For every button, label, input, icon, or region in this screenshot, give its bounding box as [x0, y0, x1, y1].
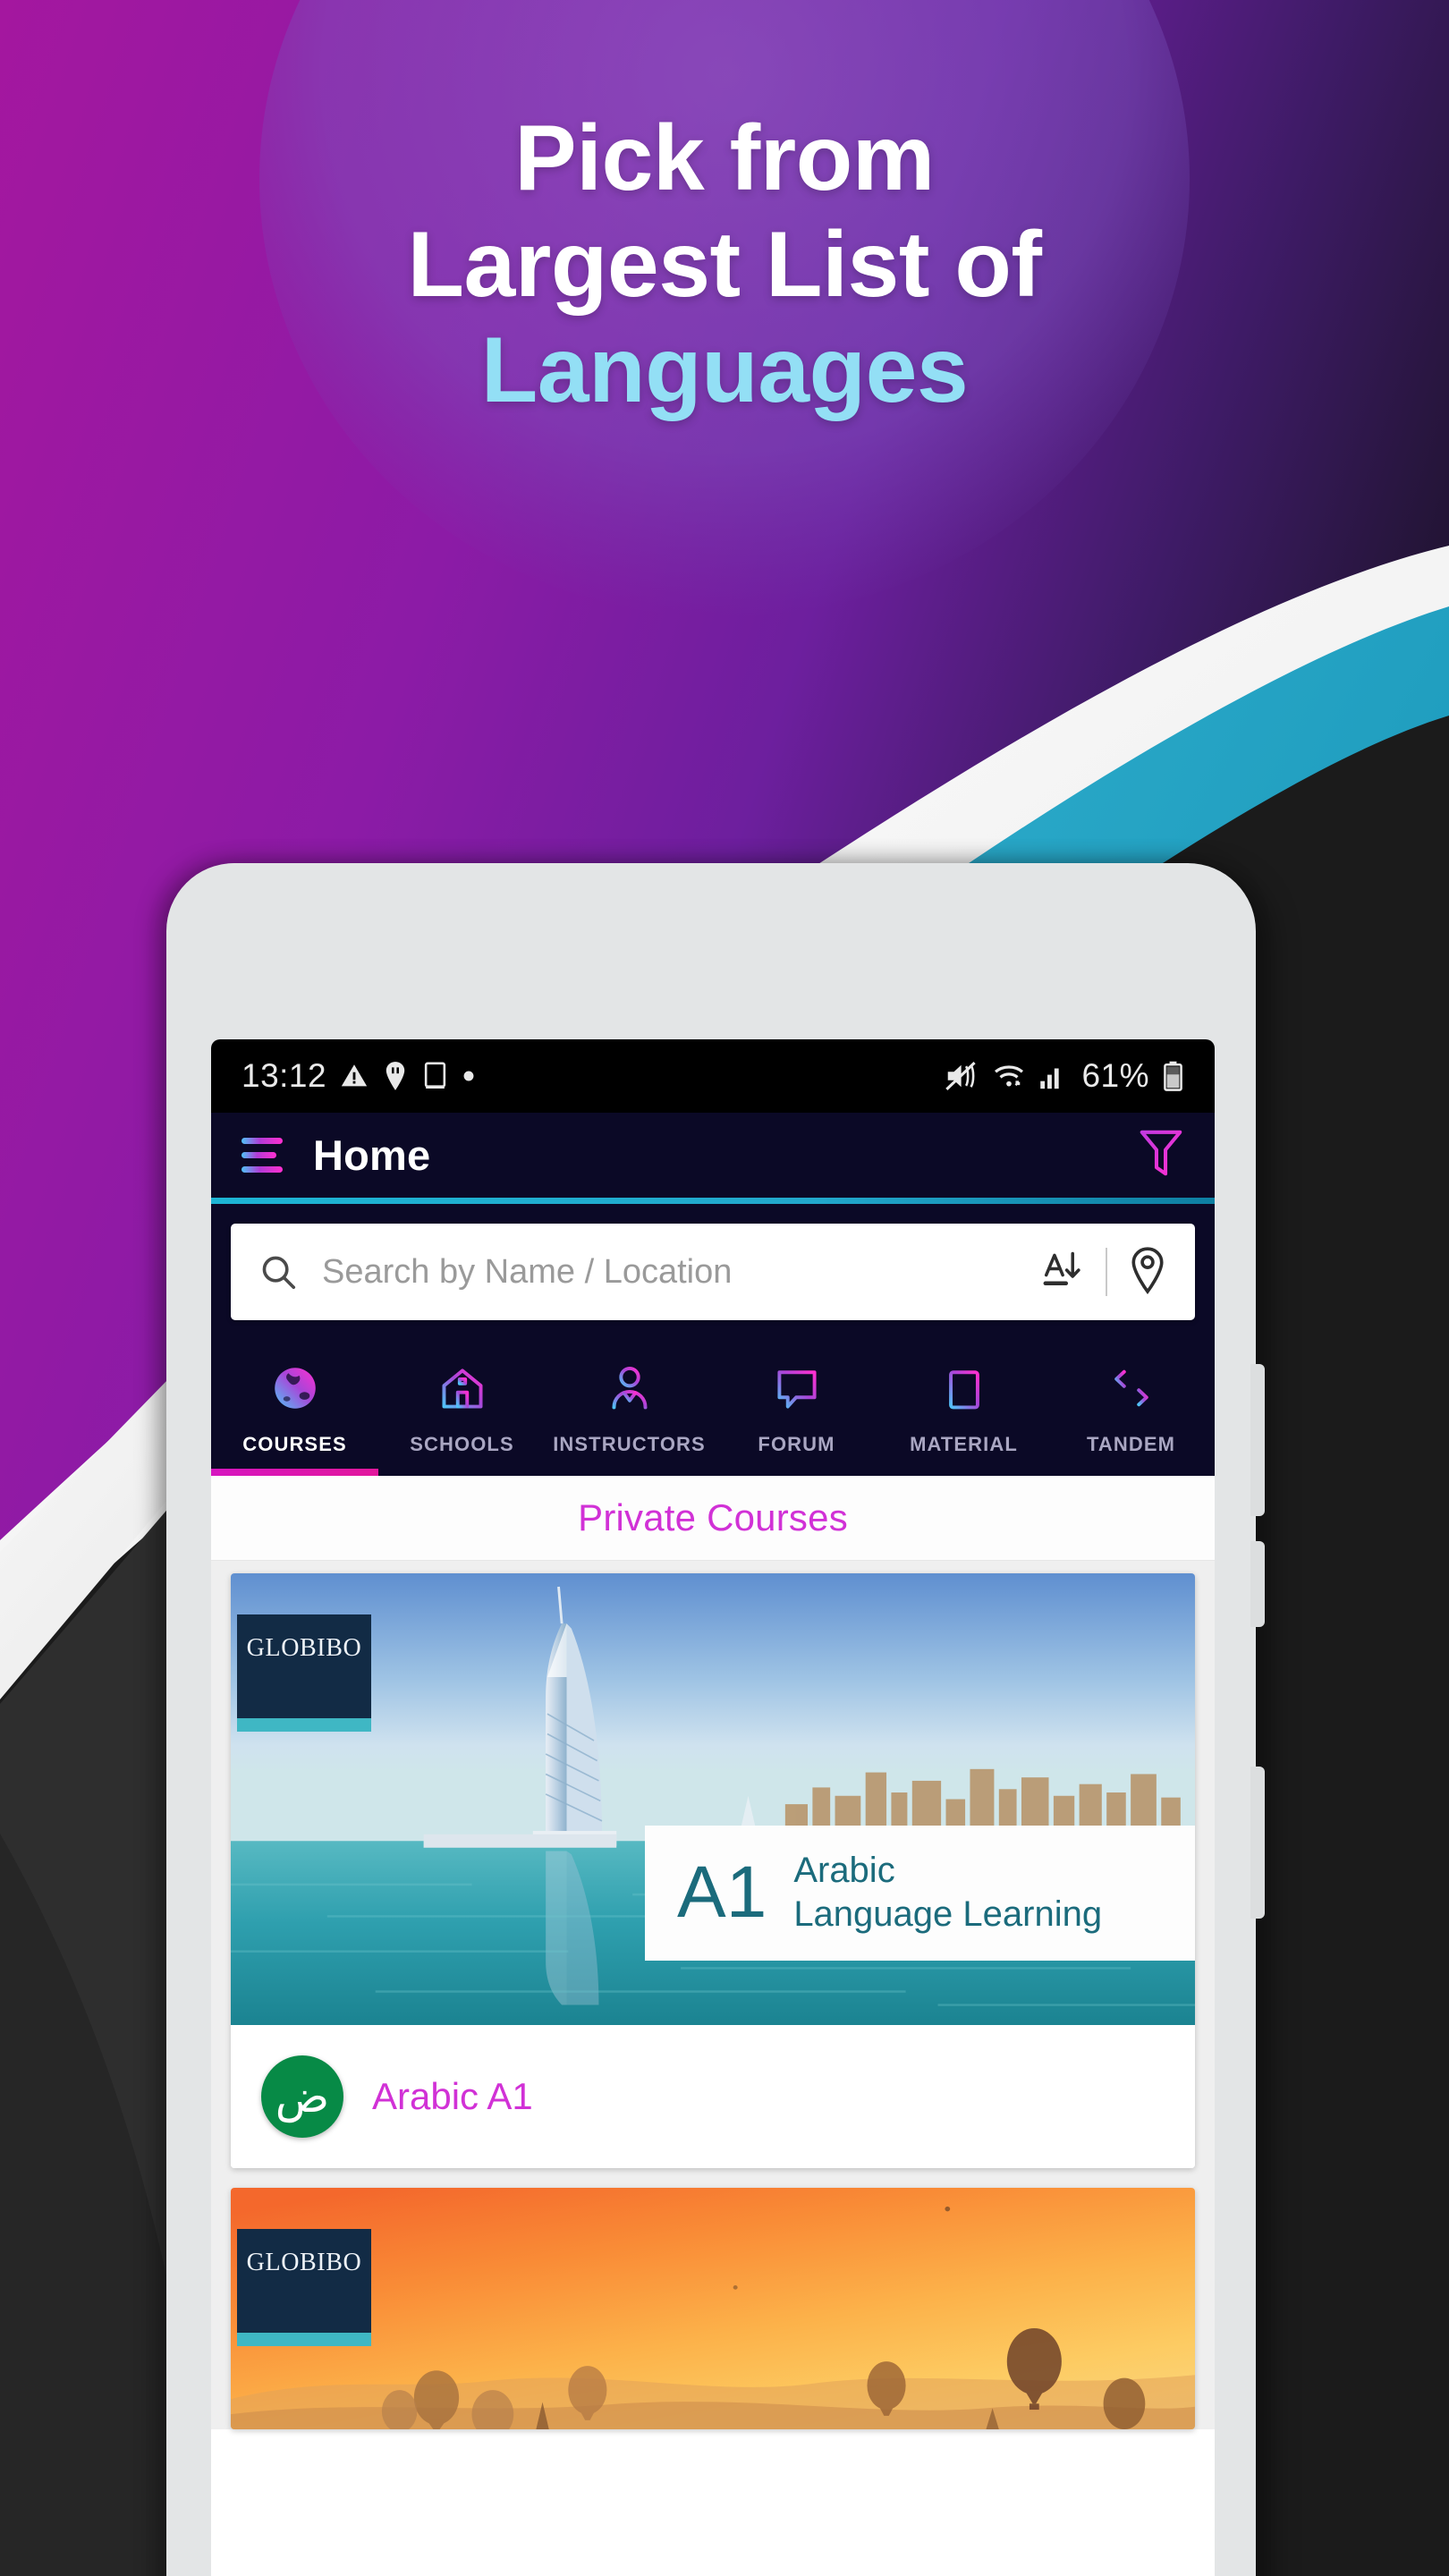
page-title: Home	[313, 1131, 431, 1179]
banner-line-1: Arabic	[793, 1850, 895, 1890]
tab-forum[interactable]: FORUM	[713, 1347, 880, 1476]
course-card[interactable]: GLOBIBO	[231, 2188, 1195, 2429]
level-code: A1	[677, 1852, 767, 1934]
phone-mockup: 13:12 61% Home Search by Name / Location…	[166, 863, 1265, 2576]
brand-accent-bar	[237, 2333, 371, 2346]
search-bar[interactable]	[231, 1224, 1195, 1320]
app-bar: Home	[211, 1113, 1215, 1198]
tab-label: TANDEM	[1086, 1433, 1176, 1455]
course-level-overlay: A1 Arabic Language Learning	[645, 1825, 1195, 1961]
search-input[interactable]	[322, 1252, 1043, 1292]
wifi-icon	[992, 1061, 1026, 1091]
house-icon	[437, 1360, 487, 1417]
status-bar: 13:12 61%	[211, 1039, 1215, 1113]
exchange-arrows-icon	[1106, 1360, 1157, 1417]
volume-down-button[interactable]	[1250, 1541, 1265, 1627]
volume-up-button[interactable]	[1250, 1364, 1265, 1516]
hamburger-menu-icon[interactable]	[242, 1138, 283, 1173]
cappadocia-hot-air-balloons-sunset-photo	[231, 2188, 1195, 2429]
filter-funnel-icon[interactable]	[1138, 1127, 1184, 1183]
dot-icon	[462, 1069, 476, 1083]
search-icon	[258, 1251, 299, 1292]
search-section	[211, 1204, 1215, 1338]
chat-bubble-icon	[772, 1360, 822, 1417]
course-footer: ض Arabic A1	[231, 2025, 1195, 2168]
promo-screenshot: Pick from Largest List of Languages 13:1…	[0, 0, 1449, 2576]
tab-label: MATERIAL	[910, 1433, 1018, 1455]
cellular-signal-icon	[1038, 1061, 1065, 1091]
course-card[interactable]: GLOBIBO A1 Arabic Language Learning ض Ar…	[231, 1573, 1195, 2168]
section-title: Private Courses	[578, 1496, 848, 1538]
phone-screen: 13:12 61% Home Search by Name / Location…	[211, 1039, 1215, 2576]
battery-icon	[1162, 1061, 1184, 1091]
language-badge: ض	[261, 2055, 343, 2138]
tab-label: FORUM	[758, 1433, 835, 1455]
power-button[interactable]	[1250, 1767, 1265, 1919]
course-list: GLOBIBO A1 Arabic Language Learning ض Ar…	[211, 1561, 1215, 2429]
tab-courses[interactable]: COURSES	[211, 1347, 378, 1476]
location-pin-icon[interactable]	[1127, 1246, 1168, 1299]
globibo-brand-badge: GLOBIBO	[237, 2229, 371, 2346]
teal-divider	[211, 1198, 1215, 1204]
brand-name: GLOBIBO	[246, 1634, 362, 1662]
status-time: 13:12	[242, 1057, 327, 1094]
battery-percent: 61%	[1081, 1057, 1149, 1094]
tab-label: INSTRUCTORS	[553, 1433, 706, 1455]
tab-label: COURSES	[242, 1433, 347, 1455]
tablet-icon	[421, 1061, 449, 1091]
notepad-icon	[939, 1360, 989, 1417]
tab-tandem[interactable]: TANDEM	[1047, 1347, 1215, 1476]
brand-accent-bar	[237, 1718, 371, 1732]
location-pin-icon	[382, 1061, 409, 1091]
course-name: Arabic A1	[372, 2075, 533, 2117]
person-icon	[605, 1360, 655, 1417]
course-banner: GLOBIBO A1 Arabic Language Learning	[231, 1573, 1195, 2025]
tab-bar: COURSES SCHOOLS INSTRUCTORS FORUM MATERI…	[211, 1338, 1215, 1476]
banner-line-2: Language Learning	[793, 1894, 1103, 1935]
section-header: Private Courses	[211, 1476, 1215, 1561]
tab-label: SCHOOLS	[410, 1433, 514, 1455]
warning-triangle-icon	[339, 1061, 369, 1091]
active-tab-indicator	[211, 1469, 378, 1476]
course-banner: GLOBIBO	[231, 2188, 1195, 2429]
globibo-brand-badge: GLOBIBO	[237, 1614, 371, 1732]
globe-icon	[270, 1360, 320, 1417]
volume-mute-icon	[945, 1061, 979, 1091]
course-banner-text: Arabic Language Learning	[793, 1849, 1102, 1937]
divider	[1106, 1248, 1107, 1296]
tab-material[interactable]: MATERIAL	[880, 1347, 1047, 1476]
tab-instructors[interactable]: INSTRUCTORS	[546, 1347, 713, 1476]
tab-schools[interactable]: SCHOOLS	[378, 1347, 546, 1476]
sort-alpha-down-icon[interactable]	[1043, 1247, 1086, 1298]
brand-name: GLOBIBO	[246, 2249, 362, 2276]
